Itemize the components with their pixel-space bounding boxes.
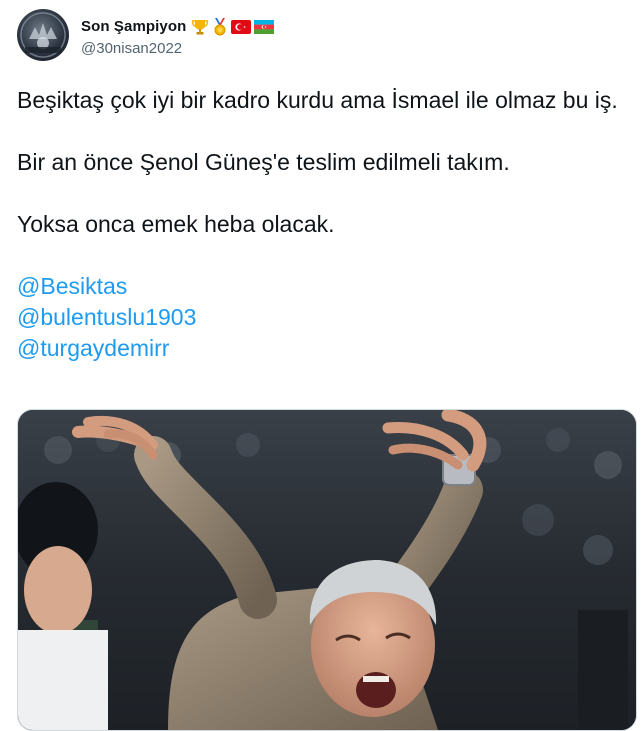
avatar-image-icon <box>20 12 66 58</box>
badges <box>191 17 275 36</box>
mention-link[interactable]: @Besiktas <box>17 271 627 302</box>
tweet-text: Beşiktaş çok iyi bir kadro kurdu ama İsm… <box>17 85 627 364</box>
user-info: Son Şampiyon @30nisan2022 <box>81 16 275 57</box>
tweet-media[interactable] <box>17 409 637 731</box>
turkey-flag-icon <box>231 19 252 34</box>
tweet-paragraph: Yoksa onca emek heba olacak. <box>17 211 335 237</box>
mention-link[interactable]: @bulentuslu1903 <box>17 302 627 333</box>
mention-link[interactable]: @turgaydemirr <box>17 333 627 364</box>
azerbaijan-flag-icon <box>254 19 275 34</box>
display-name[interactable]: Son Şampiyon <box>81 18 186 35</box>
tweet-photo-coach-celebrating-icon <box>18 410 636 730</box>
tweet-header: Son Şampiyon @30nisan2022 <box>17 9 275 61</box>
tweet-paragraph: Bir an önce Şenol Güneş'e teslim edilmel… <box>17 149 510 175</box>
avatar[interactable] <box>17 9 69 61</box>
user-handle[interactable]: @30nisan2022 <box>81 40 274 57</box>
tweet-paragraph: Beşiktaş çok iyi bir kadro kurdu ama İsm… <box>17 87 618 113</box>
medal-icon <box>212 17 228 36</box>
trophy-icon <box>191 19 209 35</box>
